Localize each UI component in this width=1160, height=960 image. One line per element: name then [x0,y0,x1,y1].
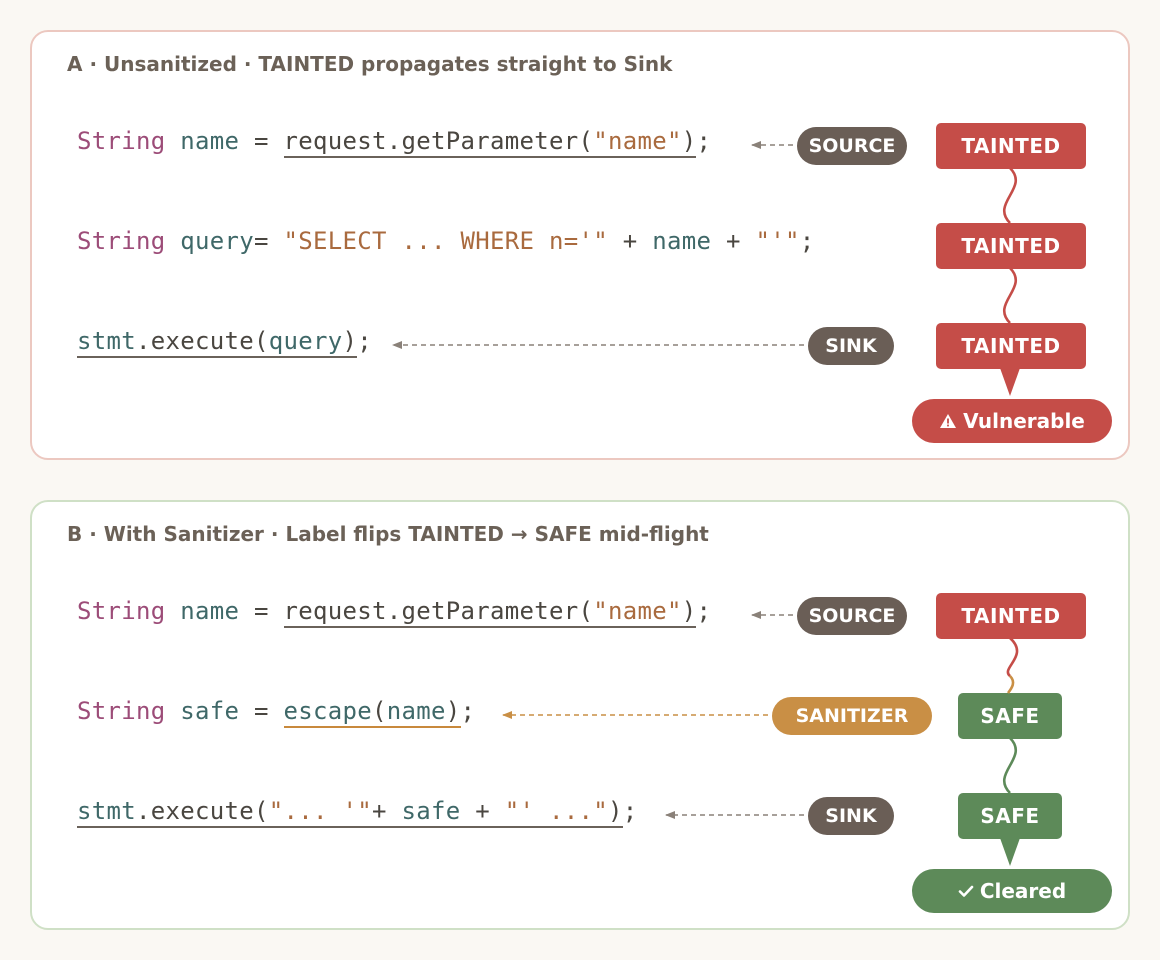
taint-to-safe-flow [1006,637,1019,678]
sanitize-transition [1006,675,1015,694]
safe-flow [1002,737,1018,794]
flow-overlay [392,141,1020,866]
safe-pointer [1000,838,1020,866]
taint-flow-1 [1002,167,1018,224]
taint-flow-2 [1002,267,1018,324]
taint-pointer [1000,368,1020,396]
